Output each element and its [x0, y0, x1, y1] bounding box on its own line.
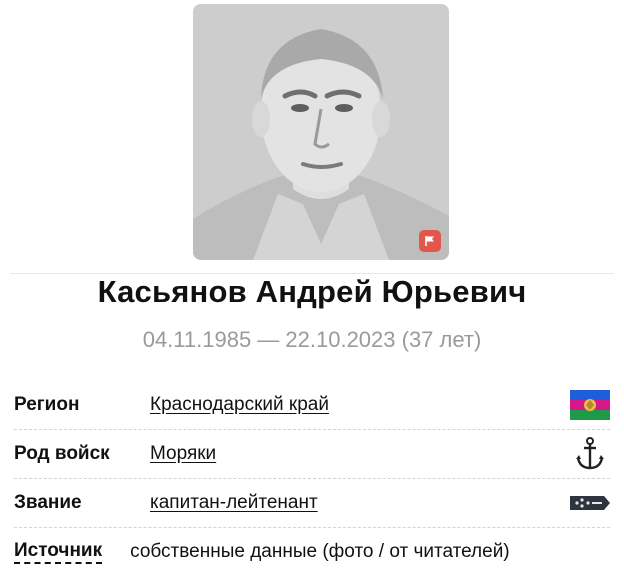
branch-link[interactable]: Моряки [150, 443, 570, 465]
info-row-region: Регион Краснодарский край [14, 381, 610, 430]
person-name: Касьянов Андрей Юрьевич [97, 274, 527, 309]
info-row-branch: Род войск Моряки [14, 430, 610, 479]
rank-label: Звание [14, 492, 82, 513]
branch-label: Род войск [14, 443, 110, 464]
info-row-rank: Звание капитан-лейтенант [14, 479, 610, 528]
anchor-icon [570, 437, 610, 470]
shoulder-strap-icon [570, 488, 610, 518]
flag-icon [425, 236, 434, 246]
source-value: собственные данные (фото / от читателей) [130, 541, 510, 562]
region-link[interactable]: Краснодарский край [150, 394, 570, 416]
portrait-image [193, 4, 449, 260]
portrait-photo [193, 4, 449, 260]
region-label: Регион [14, 394, 80, 415]
rank-link[interactable]: капитан-лейтенант [150, 492, 570, 514]
info-row-source: Источник собственные данные (фото / от ч… [14, 528, 610, 576]
report-flag-button[interactable] [419, 230, 441, 252]
krasnodar-flag-icon [570, 390, 610, 420]
source-label[interactable]: Источник [14, 540, 103, 564]
person-dates: 04.11.1985 — 22.10.2023 (37 лет) [142, 327, 482, 352]
